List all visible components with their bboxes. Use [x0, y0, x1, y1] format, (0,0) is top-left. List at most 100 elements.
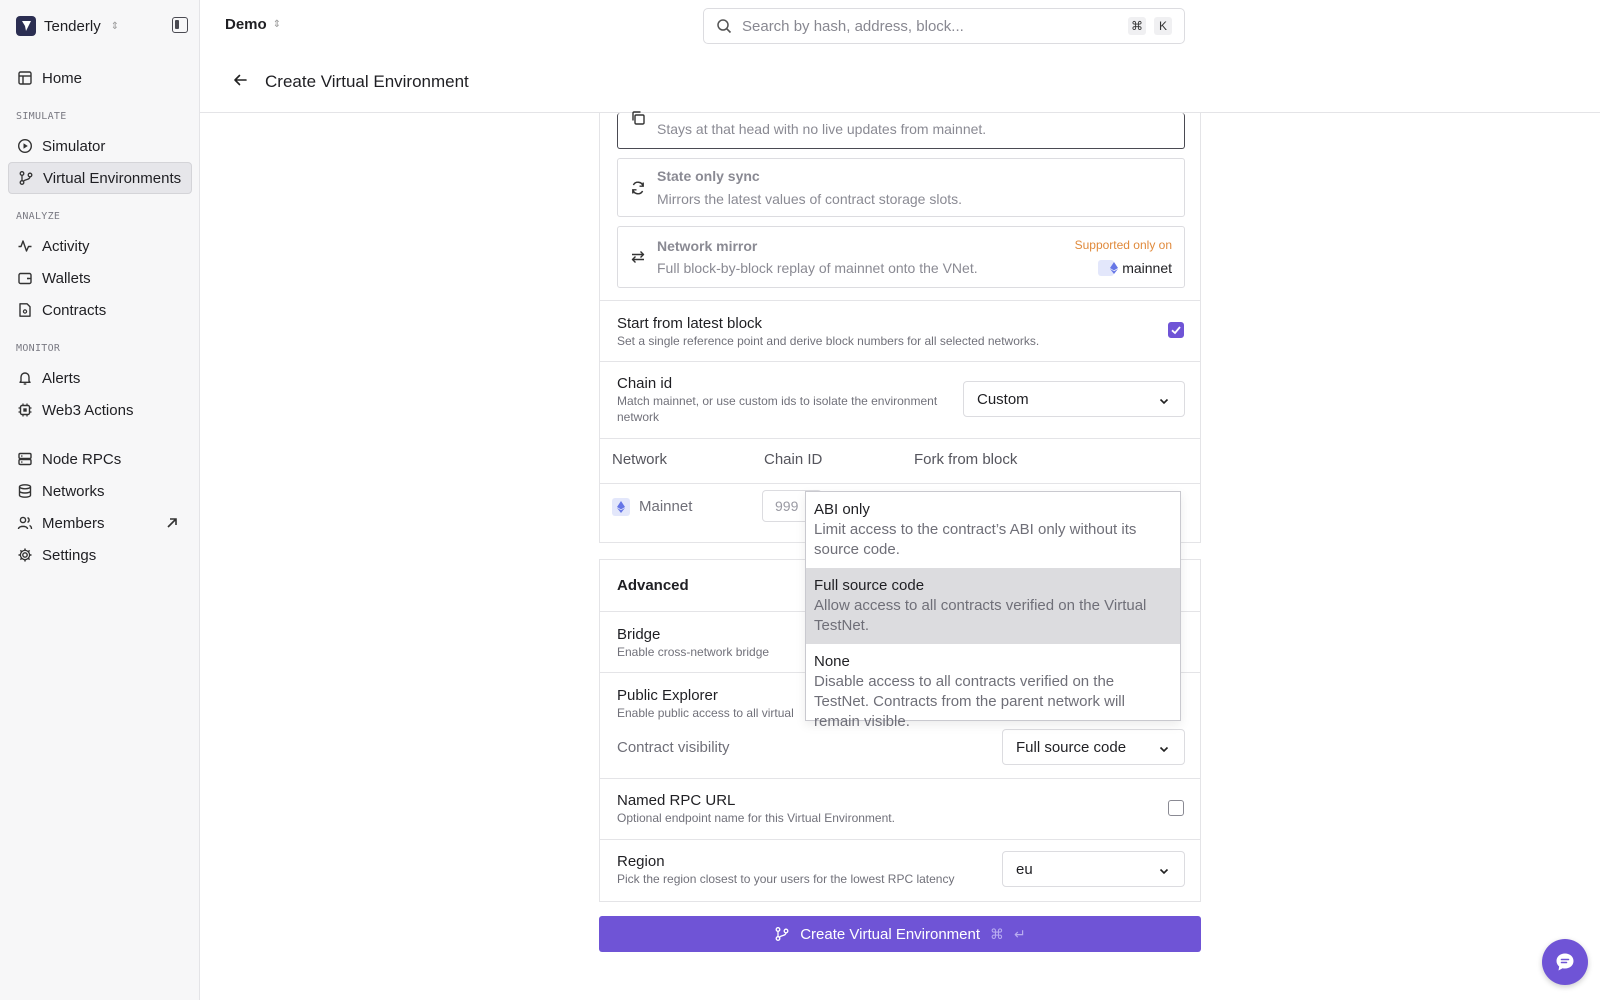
contract-visibility-select[interactable]: Full source code — [1002, 729, 1185, 765]
sidebar-item-label: Alerts — [42, 369, 81, 387]
create-virtual-environment-button[interactable]: Create Virtual Environment ⌘ ↵ — [599, 916, 1201, 952]
chain-id-select[interactable]: Custom — [963, 381, 1185, 417]
contract-visibility-label: Contract visibility — [617, 739, 730, 756]
tenderly-logo-icon — [16, 16, 36, 36]
section-label-analyze: ANALYZE — [16, 211, 61, 222]
sync-option-state-only[interactable]: State only sync Mirrors the latest value… — [617, 158, 1185, 217]
sync-option-title: Network mirror — [657, 238, 758, 254]
sidebar-item-wallets[interactable]: Wallets — [8, 262, 192, 294]
users-icon — [17, 516, 33, 530]
sidebar-item-contracts[interactable]: Contracts — [8, 294, 192, 326]
chevron-down-icon — [1159, 746, 1169, 753]
server-icon — [18, 452, 32, 466]
sidebar-item-label: Wallets — [42, 269, 91, 287]
org-switcher[interactable]: Tenderly ⇕ — [16, 15, 119, 37]
sidebar-item-label: Contracts — [42, 301, 107, 319]
sidebar-item-virtual-environments[interactable]: Virtual Environments — [8, 162, 192, 194]
start-latest-title: Start from latest block — [617, 315, 763, 332]
sidebar-item-members[interactable]: Members — [8, 507, 192, 539]
dropdown-option-none[interactable]: None Disable access to all contracts ver… — [806, 652, 1180, 732]
section-label-monitor: MONITOR — [16, 343, 61, 354]
bell-icon — [19, 372, 31, 385]
branch-icon — [19, 171, 33, 185]
chevron-updown-icon: ⇕ — [110, 20, 120, 32]
sidebar-item-label: Networks — [42, 482, 105, 500]
sidebar-toggle-icon[interactable] — [172, 17, 188, 33]
wallet-icon — [18, 272, 32, 285]
dropdown-option-full-source[interactable]: Full source code Allow access to all con… — [806, 568, 1180, 644]
branch-icon — [775, 927, 789, 941]
gear-icon — [18, 548, 32, 562]
play-circle-icon — [17, 138, 33, 154]
shortcut-cmd-key: ⌘ — [990, 925, 1005, 942]
contract-visibility-dropdown: ABI only Limit access to the contract’s … — [805, 491, 1181, 730]
project-switcher[interactable]: Demo ⇕ — [225, 16, 281, 33]
dropdown-option-title: ABI only — [814, 501, 870, 518]
sidebar-item-label: Settings — [42, 546, 97, 564]
chain-id-value: Custom — [977, 390, 1029, 408]
sidebar-item-label: Activity — [42, 237, 90, 255]
sidebar-item-label: Simulator — [42, 137, 106, 155]
supported-only-label: Supported only on — [1074, 238, 1172, 252]
divider — [600, 361, 1200, 362]
divider — [600, 300, 1200, 301]
ethereum-icon — [612, 498, 630, 516]
chat-support-button[interactable] — [1542, 939, 1588, 985]
activity-icon — [18, 240, 32, 252]
chat-bubble-icon — [1556, 953, 1574, 971]
sync-option-description: Full block-by-block replay of mainnet on… — [657, 260, 978, 276]
divider — [600, 483, 1200, 484]
swap-arrows-icon — [631, 251, 645, 263]
sidebar-item-node-rpcs[interactable]: Node RPCs — [8, 443, 192, 475]
public-explorer-title: Public Explorer — [617, 687, 718, 704]
sidebar-item-settings[interactable]: Settings — [8, 539, 192, 571]
refresh-icon — [632, 181, 644, 195]
start-latest-checkbox[interactable] — [1168, 322, 1184, 338]
dropdown-option-title: None — [814, 653, 850, 670]
chain-id-input-value: 999 — [775, 498, 799, 514]
table-row-network: Mainnet — [639, 498, 693, 515]
sidebar-item-label: Virtual Environments — [43, 169, 182, 187]
region-value: eu — [1016, 860, 1033, 878]
sync-option-static[interactable]: Stays at that head with no live updates … — [617, 111, 1185, 149]
search-placeholder: Search by hash, address, block... — [742, 17, 964, 35]
sync-option-title: State only sync — [657, 168, 760, 184]
divider — [600, 778, 1200, 779]
page-title: Create Virtual Environment — [265, 72, 469, 91]
sidebar-item-alerts[interactable]: Alerts — [8, 362, 192, 394]
chain-id-subtitle: Match mainnet, or use custom ids to isol… — [617, 394, 938, 424]
external-link-icon — [167, 518, 177, 528]
start-latest-subtitle: Set a single reference point and derive … — [617, 334, 1040, 348]
search-input[interactable]: Search by hash, address, block... ⌘ K — [703, 8, 1185, 44]
sync-option-description: Stays at that head with no live updates … — [657, 121, 987, 137]
sync-option-description: Mirrors the latest values of contract st… — [657, 191, 963, 207]
bridge-subtitle: Enable cross-network bridge — [617, 645, 770, 659]
sync-option-network-mirror[interactable]: Network mirror Full block-by-block repla… — [617, 226, 1185, 288]
named-rpc-checkbox[interactable] — [1168, 800, 1184, 816]
dropdown-option-abi-only[interactable]: ABI only Limit access to the contract’s … — [806, 500, 1180, 560]
dropdown-option-title: Full source code — [814, 577, 925, 594]
bridge-title: Bridge — [617, 626, 661, 643]
sidebar-item-web3-actions[interactable]: Web3 Actions — [8, 394, 192, 426]
shortcut-cmd-key: ⌘ — [1128, 17, 1146, 35]
sidebar-item-networks[interactable]: Networks — [8, 475, 192, 507]
chip-icon — [18, 403, 32, 417]
sidebar-item-label: Home — [42, 69, 83, 87]
chevron-updown-icon: ⇕ — [272, 19, 282, 30]
table-header-chain-id: Chain ID — [764, 451, 823, 468]
contract-file-icon — [19, 303, 31, 317]
check-icon — [1171, 326, 1181, 335]
region-title: Region — [617, 853, 665, 870]
dropdown-option-description: Allow access to all contracts verified o… — [814, 597, 1147, 634]
sidebar-item-label: Members — [42, 514, 105, 532]
region-select[interactable]: eu — [1002, 851, 1185, 887]
sidebar-item-home[interactable]: Home — [8, 62, 192, 94]
sidebar: Tenderly ⇕ Home SIMULATE Simulator Virtu… — [0, 0, 200, 1000]
dropdown-option-description: Disable access to all contracts verified… — [814, 673, 1125, 730]
sidebar-item-activity[interactable]: Activity — [8, 230, 192, 262]
shortcut-k-key: K — [1154, 17, 1172, 35]
back-arrow-icon[interactable] — [232, 72, 248, 88]
chevron-down-icon — [1159, 868, 1169, 875]
copy-icon — [632, 111, 645, 125]
sidebar-item-simulator[interactable]: Simulator — [8, 130, 192, 162]
